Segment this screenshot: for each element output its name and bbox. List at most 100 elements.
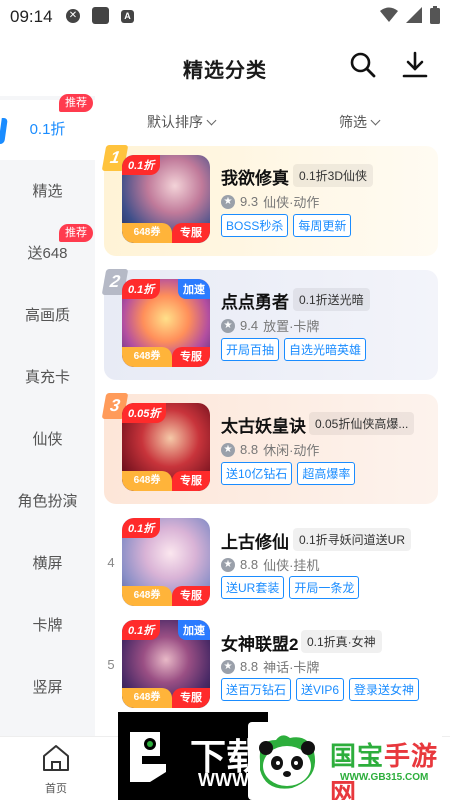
game-thumbnail[interactable]: 0.05折 648券 专服 (122, 403, 210, 491)
battery-icon (430, 6, 440, 24)
sidebar-item-label: 0.1折 (29, 121, 66, 138)
watermark-url: WWW.GB315.COM (340, 772, 429, 783)
star-icon: ★ (221, 318, 235, 333)
home-icon (43, 745, 69, 771)
game-thumbnail[interactable]: 0.1折 加速 648券 专服 (122, 279, 210, 367)
watermark-brand: 国宝手游网 (330, 736, 442, 800)
exclusive-badge: 专服 (172, 586, 210, 606)
discount-badge: 0.1折 (122, 279, 161, 299)
status-bar: 09:14 ✕ A (0, 0, 450, 34)
game-thumbnail[interactable]: 0.1折 648券 专服 (122, 518, 210, 606)
game-tag: 每周更新 (293, 214, 352, 237)
game-tag: 送百万钻石 (221, 678, 292, 701)
sidebar-item-landscape[interactable]: 横屏 (0, 534, 95, 594)
sidebar-item-label: 横屏 (32, 555, 63, 572)
game-tags: 送10亿钻石 超高爆率 (221, 462, 356, 485)
download-icon[interactable] (400, 50, 430, 80)
status-right (380, 6, 440, 24)
game-deal: 0.05折仙侠高爆... (309, 412, 415, 435)
game-tag: BOSS秒杀 (221, 214, 289, 237)
sidebar-item-0.1-discount[interactable]: 0.1折 推荐 (0, 94, 95, 160)
rank-number: 5 (107, 657, 115, 672)
discount-badge: 0.05折 (122, 403, 167, 423)
game-tags: 开局百抽 自选光暗英雄 (221, 338, 367, 361)
page-title: 精选分类 (183, 60, 267, 82)
rating-value: 9.4 (240, 318, 259, 333)
game-name: 上古修仙 (221, 533, 289, 552)
nav-home-label: 首页 (45, 783, 67, 795)
sort-label: 默认排序 (147, 114, 203, 130)
game-name: 我欲修真 (221, 169, 289, 188)
sort-dropdown[interactable]: 默认排序 (147, 112, 217, 132)
watermark-left: 下载 WWW (118, 712, 268, 800)
sidebar-item-label: 仙侠 (32, 431, 63, 448)
game-deal: 0.1折真·女神 (301, 630, 382, 653)
sidebar-item-label: 竖屏 (32, 679, 63, 696)
game-tags: 送百万钻石 送VIP6 登录送女神 (221, 678, 420, 701)
rating-value: 9.3 (240, 194, 259, 209)
game-rating: ★ 8.8 仙侠·挂机 (221, 555, 319, 574)
game-genre: 仙侠·动作 (263, 195, 320, 210)
watermark-brand-a: 国宝 (330, 741, 385, 771)
game-tag: 送UR套装 (221, 576, 285, 599)
exclusive-badge: 专服 (172, 223, 210, 243)
search-icon[interactable] (348, 50, 378, 80)
game-name: 点点勇者 (221, 293, 289, 312)
sidebar-item-real-recharge[interactable]: 真充卡 (0, 348, 95, 408)
coupon-badge: 648券 (122, 471, 172, 491)
coupon-badge: 648券 (122, 688, 172, 708)
sidebar-item-xianxia[interactable]: 仙侠 (0, 410, 95, 470)
sidebar-item-hd[interactable]: 高画质 (0, 286, 95, 346)
game-name: 太古妖皇诀 (221, 417, 306, 436)
filter-dropdown[interactable]: 筛选 (339, 112, 381, 132)
game-thumbnail[interactable]: 0.1折 加速 648券 专服 (122, 620, 210, 708)
category-sidebar: 0.1折 推荐 精选 送648 推荐 高画质 真充卡 仙侠 角色扮演 横屏 卡牌… (0, 94, 95, 736)
sidebar-item-label: 精选 (32, 183, 63, 200)
watermark-right: 国宝手游网 WWW.GB315.COM (248, 722, 442, 800)
coupon-badge: 648券 (122, 586, 172, 606)
star-icon: ★ (221, 194, 235, 209)
page-header: 精选分类 (0, 34, 450, 96)
game-name: 女神联盟2 (221, 635, 299, 654)
sidebar-item-rpg[interactable]: 角色扮演 (0, 472, 95, 532)
coupon-badge: 648券 (122, 347, 172, 367)
game-genre: 放置·卡牌 (263, 319, 320, 334)
notification-a-icon: A (121, 10, 134, 23)
game-tags: 送UR套装 开局一条龙 (221, 576, 360, 599)
rating-value: 8.8 (240, 442, 259, 457)
nav-home[interactable]: 首页 (28, 743, 84, 796)
sidebar-item-label: 高画质 (24, 307, 70, 324)
game-deal: 0.1折送光暗 (293, 288, 370, 311)
sort-bar: 默认排序 筛选 (95, 100, 450, 140)
recommend-badge: 推荐 (59, 224, 93, 242)
exclusive-badge: 专服 (172, 347, 210, 367)
speedup-badge: 加速 (178, 620, 210, 640)
game-tag: 超高爆率 (297, 462, 356, 485)
filter-label: 筛选 (339, 114, 367, 130)
sidebar-item-label: 送648 (27, 245, 68, 262)
status-time: 09:14 (10, 7, 53, 26)
game-tag: 送VIP6 (296, 678, 345, 701)
sidebar-item-label: 卡牌 (32, 617, 63, 634)
sidebar-item-gift-648[interactable]: 送648 推荐 (0, 224, 95, 284)
wifi-icon (380, 7, 398, 22)
game-tag: 开局一条龙 (289, 576, 360, 599)
chevron-down-icon (370, 115, 381, 126)
star-icon: ★ (221, 659, 235, 674)
chevron-down-icon (206, 115, 217, 126)
sidebar-item-portrait[interactable]: 竖屏 (0, 658, 95, 718)
sidebar-item-card[interactable]: 卡牌 (0, 596, 95, 656)
rating-value: 8.8 (240, 659, 259, 674)
discount-badge: 0.1折 (122, 518, 161, 538)
coupon-badge: 648券 (122, 223, 172, 243)
sidebar-item-label: 角色扮演 (17, 493, 78, 510)
watermark-www: WWW (198, 770, 249, 790)
rank-number: 4 (107, 555, 115, 570)
game-tag: 送10亿钻石 (221, 462, 293, 485)
notification-x-icon: ✕ (66, 9, 80, 23)
bird-logo-icon (130, 732, 166, 782)
sidebar-item-featured[interactable]: 精选 (0, 162, 95, 222)
game-genre: 神话·卡牌 (263, 660, 320, 675)
game-thumbnail[interactable]: 0.1折 648券 专服 (122, 155, 210, 243)
sidebar-item-label: 真充卡 (24, 369, 70, 386)
